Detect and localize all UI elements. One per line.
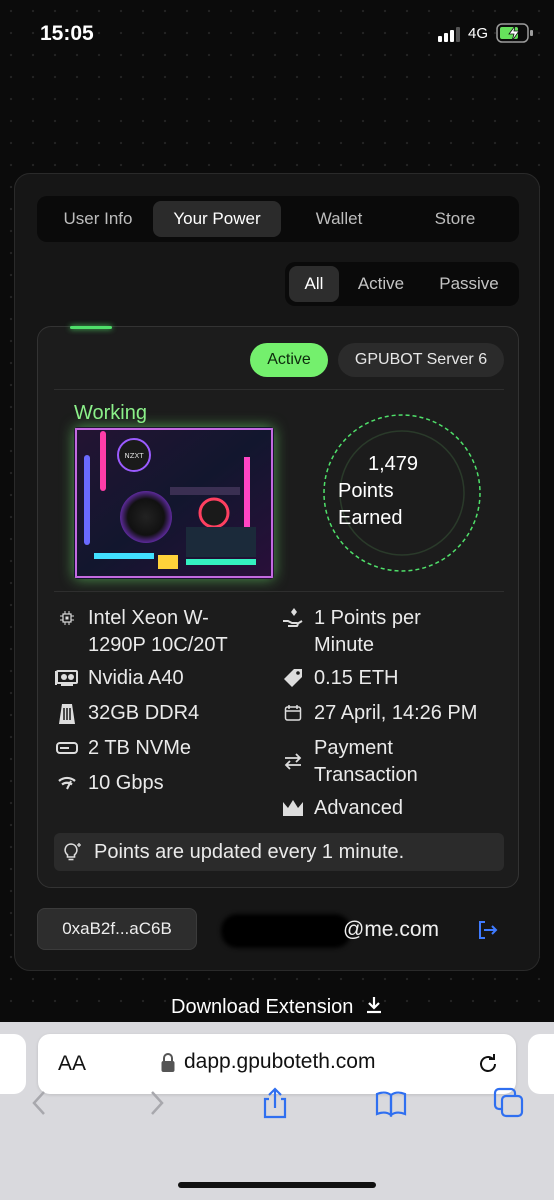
next-tab-preview[interactable]	[528, 1034, 554, 1094]
home-indicator	[178, 1182, 376, 1188]
crown-icon	[280, 795, 306, 821]
logout-icon[interactable]	[475, 918, 499, 942]
points-value: 1,479	[367, 453, 419, 475]
tab-user-info[interactable]: User Info	[43, 201, 153, 237]
server-state: Working	[74, 402, 147, 424]
reader-settings-button[interactable]: AA	[58, 1052, 86, 1076]
tab-store[interactable]: Store	[397, 201, 513, 237]
gpu-icon	[54, 665, 80, 691]
spec-network: 10 Gbps	[54, 770, 164, 797]
hand-coin-icon	[280, 605, 306, 631]
transfer-icon	[280, 748, 306, 774]
forward-icon[interactable]	[140, 1086, 174, 1120]
server-name-badge: GPUBOT Server 6	[338, 343, 504, 377]
svg-text:NZXT: NZXT	[125, 452, 145, 460]
tabs-icon[interactable]	[492, 1086, 526, 1120]
clock: 15:05	[40, 22, 94, 45]
url-text[interactable]: dapp.gpuboteth.com	[184, 1050, 375, 1074]
server-filter: All Active Passive	[285, 262, 519, 306]
points-label-2: Earned	[338, 507, 403, 529]
filter-passive[interactable]: Passive	[423, 266, 515, 302]
cpu-icon	[54, 605, 80, 631]
points-earned: 1,479 Points Earned	[338, 451, 448, 532]
filter-all[interactable]: All	[289, 266, 339, 302]
divider	[54, 389, 504, 390]
download-icon	[366, 997, 381, 1014]
back-icon[interactable]	[22, 1086, 56, 1120]
wallet-address-button[interactable]: 0xaB2f...aC6B	[37, 908, 197, 950]
divider	[54, 591, 504, 592]
server-card: Active GPUBOT Server 6 Working NZXT 1,47…	[37, 326, 519, 888]
download-label: Download Extension	[171, 996, 354, 1018]
spec-date: 27 April, 14:26 PM	[280, 700, 477, 727]
price-tag-icon	[280, 665, 306, 691]
main-tabs: User Info Your Power Wallet Store	[37, 196, 519, 242]
previous-tab-preview[interactable]	[0, 1034, 26, 1094]
spec-price: 0.15 ETH	[280, 665, 398, 692]
network-speed-icon	[54, 770, 80, 796]
spec-points-rate: 1 Points per Minute	[280, 605, 421, 659]
reload-icon[interactable]	[476, 1052, 500, 1076]
gpu-rig-image: NZXT	[74, 427, 274, 579]
points-label-1: Points	[338, 480, 394, 502]
card-accent-bar	[70, 326, 112, 329]
storage-icon	[54, 735, 80, 761]
bookmarks-icon[interactable]	[374, 1086, 408, 1120]
calendar-icon	[280, 700, 306, 726]
tab-your-power[interactable]: Your Power	[153, 201, 281, 237]
status-badge: Active	[250, 343, 328, 377]
spec-storage: 2 TB NVMe	[54, 735, 191, 762]
update-note: Points are updated every 1 minute.	[54, 833, 504, 871]
update-note-text: Points are updated every 1 minute.	[94, 840, 405, 863]
download-extension-link[interactable]: Download Extension	[0, 996, 554, 1019]
redacted-email	[221, 914, 351, 948]
spec-memory: 32GB DDR4	[54, 700, 199, 727]
spec-tier: Advanced	[280, 795, 403, 822]
battery-icon	[496, 23, 533, 43]
spec-gpu: Nvidia A40	[54, 665, 184, 692]
status-bar: 15:05 4G	[0, 0, 554, 64]
filter-active[interactable]: Active	[339, 266, 423, 302]
spec-cpu: Intel Xeon W- 1290P 10C/20T	[54, 605, 228, 659]
email-suffix: @me.com	[343, 918, 439, 941]
dashboard-panel: User Info Your Power Wallet Store All Ac…	[14, 173, 540, 971]
signal-icon	[438, 27, 460, 42]
address-bar[interactable]: AA dapp.gpuboteth.com	[38, 1034, 516, 1094]
lock-icon	[161, 1053, 175, 1072]
memory-icon	[54, 700, 80, 726]
lightbulb-icon	[60, 839, 86, 865]
network-type: 4G	[468, 25, 489, 42]
spec-payment: Payment Transaction	[280, 735, 418, 789]
share-icon[interactable]	[258, 1086, 292, 1120]
tab-wallet[interactable]: Wallet	[281, 201, 397, 237]
